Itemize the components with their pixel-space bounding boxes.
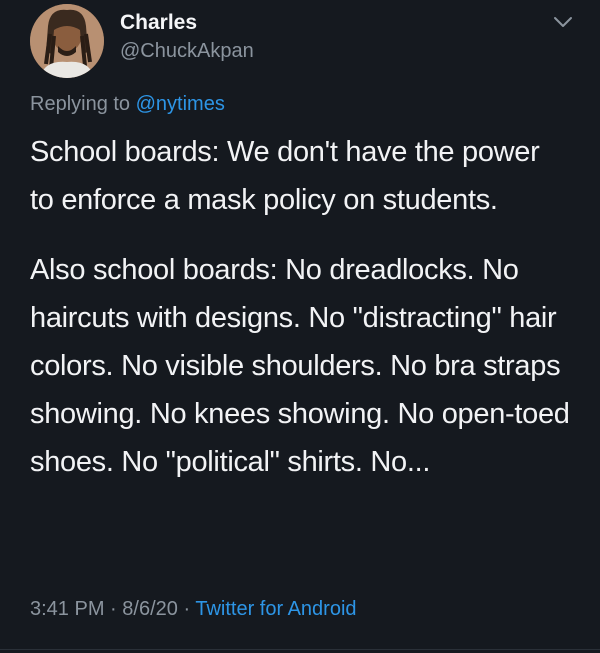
avatar-image [30,4,104,78]
meta-separator: · [110,598,117,620]
tweet-card: Charles @ChuckAkpan Replying to @nytimes… [0,0,600,653]
tweet-date[interactable]: 8/6/20 [122,598,178,620]
author-handle[interactable]: @ChuckAkpan [120,40,254,63]
replying-mention-link[interactable]: @nytimes [136,93,225,115]
replying-prefix: Replying to [30,93,131,115]
meta-separator: · [183,598,191,620]
chevron-down-icon[interactable] [552,12,574,32]
avatar[interactable] [30,4,104,78]
tweet-source-link[interactable]: Twitter for Android [195,598,356,620]
tweet-text: School boards: We don't have the power t… [30,128,570,486]
tweet-time[interactable]: 3:41 PM [30,598,104,620]
author-name[interactable]: Charles [120,11,197,35]
tweet-paragraph-2: Also school boards: No dreadlocks. No ha… [30,254,570,478]
tweet-metadata: 3:41 PM · 8/6/20 · Twitter for Android [30,598,357,621]
divider [0,649,600,650]
replying-to: Replying to @nytimes [30,93,225,116]
tweet-paragraph-1: School boards: We don't have the power t… [30,136,540,216]
